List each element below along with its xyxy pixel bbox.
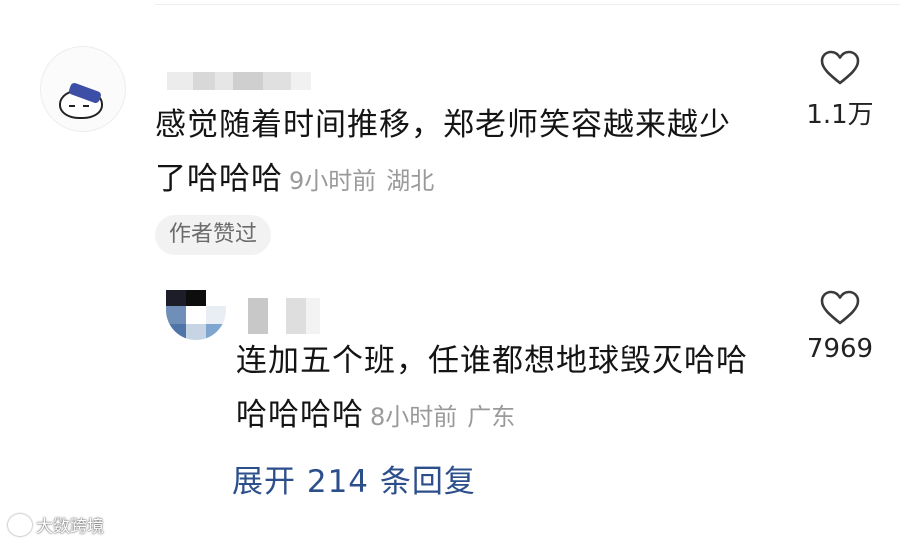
watermark-text: 大数跨境 xyxy=(36,517,104,537)
comment-time: 9小时前 xyxy=(289,167,377,195)
commenter-avatar[interactable] xyxy=(40,46,126,132)
like-count: 1.1万 xyxy=(806,100,874,130)
replier-avatar[interactable] xyxy=(166,290,226,340)
comment-body: 感觉随着时间推移，郑老师笑容越来越少了哈哈哈 9小时前 湖北 xyxy=(155,98,755,208)
like-count: 7969 xyxy=(806,334,874,364)
watermark-logo-icon xyxy=(8,513,32,536)
heart-outline-icon[interactable] xyxy=(820,290,860,326)
heart-outline-icon[interactable] xyxy=(820,50,860,86)
comment-like[interactable]: 1.1万 xyxy=(785,50,895,131)
replier-name-blurred[interactable] xyxy=(248,298,320,334)
author-liked-badge: 作者赞过 xyxy=(155,215,272,255)
reply-meta: 8小时前 广东 xyxy=(370,403,515,431)
watermark: 大数跨境 xyxy=(8,512,104,537)
comment-meta: 9小时前 湖北 xyxy=(289,167,434,195)
comment-location: 湖北 xyxy=(386,167,435,195)
reply-time: 8小时前 xyxy=(370,403,458,431)
top-divider xyxy=(155,4,900,5)
expand-replies-link[interactable]: 展开 214 条回复 xyxy=(232,456,476,501)
commenter-name-blurred[interactable] xyxy=(167,72,311,90)
reply-location: 广东 xyxy=(467,403,516,431)
comment-text: 感觉随着时间推移，郑老师笑容越来越少了哈哈哈 xyxy=(155,107,731,197)
reply-like[interactable]: 7969 xyxy=(785,290,895,364)
reply-body: 连加五个班，任谁都想地球毁灭哈哈哈哈哈哈 8小时前 广东 xyxy=(236,334,776,444)
